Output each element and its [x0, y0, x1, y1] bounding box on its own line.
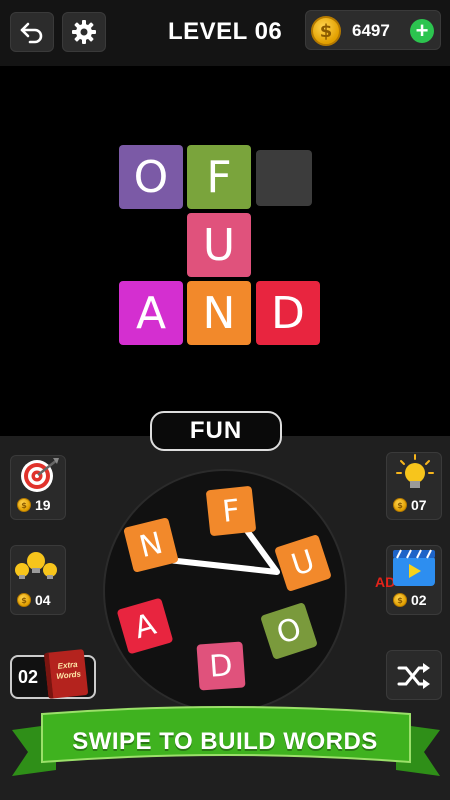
board-tile-f: F	[187, 145, 251, 209]
coin-icon: $	[311, 16, 341, 46]
coin-count: 6497	[352, 21, 390, 40]
coin-balance: $ 6497 +	[305, 10, 441, 50]
multi-hint-powerup-button[interactable]: $ 04	[10, 545, 66, 615]
undo-arrow-icon	[20, 22, 43, 44]
video-reward-value: 02	[411, 592, 427, 608]
extra-words-book-icon: Extra Words	[43, 649, 89, 699]
target-cost-value: 19	[35, 497, 51, 513]
multi-hint-cost-value: 04	[35, 592, 51, 608]
multi-hint-cost: $ 04	[17, 592, 51, 608]
add-coins-button[interactable]: +	[410, 19, 434, 43]
target-cost: $ 19	[17, 497, 51, 513]
wheel-letter-d[interactable]: D	[196, 641, 246, 691]
extra-words-count: 02	[18, 667, 39, 687]
video-ad-button[interactable]: AD $ 02	[375, 545, 442, 615]
board-tile-o: O	[119, 145, 183, 209]
coin-icon: $	[393, 593, 407, 607]
target-icon	[21, 458, 59, 492]
settings-button[interactable]	[62, 12, 106, 52]
board-tile-d: D	[256, 281, 320, 345]
banner-text: SWIPE TO BUILD WORDS	[72, 728, 378, 755]
board-tile-u: U	[187, 213, 251, 277]
gear-icon	[72, 20, 96, 44]
wheel-letter-f[interactable]: F	[205, 485, 257, 537]
board-tile-n: N	[187, 281, 251, 345]
current-word: FUN	[150, 411, 282, 451]
coin-icon: $	[393, 498, 407, 512]
extra-words-button[interactable]: 02 Extra Words	[10, 649, 96, 699]
level-title: LEVEL 06	[168, 18, 283, 45]
hint-powerup-button[interactable]: $ 07	[386, 452, 442, 520]
coin-icon: $	[17, 498, 31, 512]
video-ad-icon	[393, 549, 435, 586]
hint-cost-value: 07	[411, 497, 427, 513]
shuffle-icon	[397, 663, 430, 689]
board-tile-empty	[256, 150, 312, 206]
board-tile-a: A	[119, 281, 183, 345]
hint-cost: $ 07	[393, 497, 427, 513]
book-label-words: Words	[55, 669, 82, 681]
multi-bulb-icon	[15, 552, 57, 579]
coin-icon: $	[17, 593, 31, 607]
shuffle-button[interactable]	[386, 650, 442, 700]
lightbulb-icon	[396, 454, 434, 488]
back-button[interactable]	[10, 12, 54, 52]
target-powerup-button[interactable]: $ 19	[10, 455, 66, 520]
video-reward: $ 02	[393, 592, 427, 608]
